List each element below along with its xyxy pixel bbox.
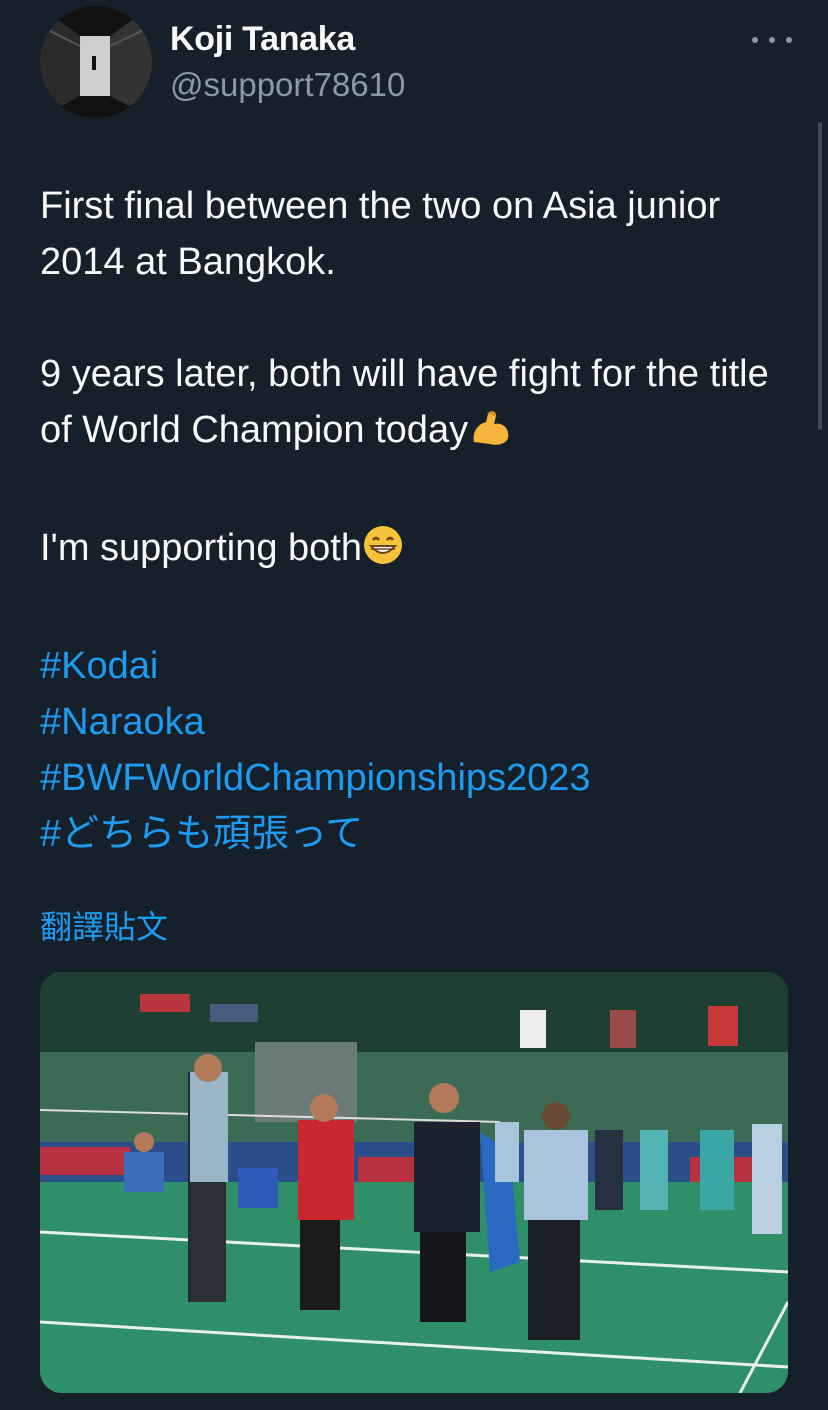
author-name[interactable]: Koji Tanaka [170, 20, 355, 59]
scrollbar[interactable] [818, 122, 822, 430]
hashtag-link[interactable]: #Naraoka [40, 694, 800, 750]
more-options-button[interactable] [752, 26, 792, 54]
hashtag-link[interactable]: #どちらも頑張って [40, 806, 800, 862]
avatar-image [40, 6, 152, 118]
hashtag-link[interactable]: #BWFWorldChampionships2023 [40, 750, 800, 806]
tweet-line-1: First final between the two on Asia juni… [40, 185, 721, 283]
author-handle[interactable]: @support78610 [170, 66, 405, 104]
hashtag-link[interactable]: #Kodai [40, 638, 800, 694]
ellipsis-icon [752, 37, 758, 43]
tweet-line-2: 9 years later, both will have fight for … [40, 346, 800, 464]
tweet-text: First final between the two on Asia juni… [40, 178, 800, 862]
grinning-face-emoji [362, 524, 404, 582]
translate-post-link[interactable]: 翻譯貼文 [40, 902, 168, 948]
tweet-line-3: I'm supporting both [40, 520, 800, 582]
flexed-biceps-emoji [468, 408, 512, 464]
badminton-court-photo [40, 972, 788, 1393]
avatar[interactable] [40, 6, 152, 118]
tweet-photo[interactable] [40, 972, 788, 1393]
